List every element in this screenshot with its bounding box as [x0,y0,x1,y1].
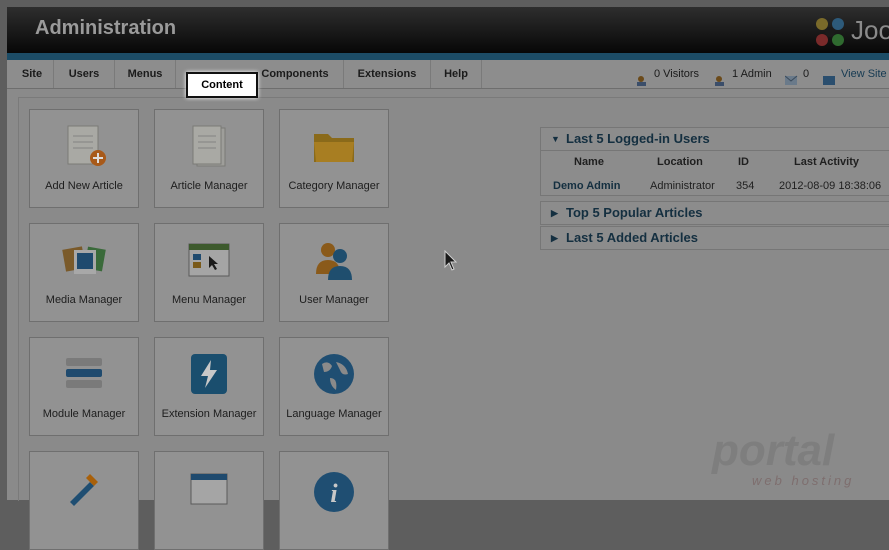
media-icon [62,246,106,274]
visitors-status: 0 Visitors [636,60,699,88]
menu-users[interactable]: Users [54,60,115,88]
folder-icon [314,134,354,162]
watermark-main: portal [712,426,835,475]
header-stripe [7,53,889,60]
expanded-arrow-icon: ▼ [551,134,560,144]
added-articles-module[interactable]: ▶ Last 5 Added Articles [540,226,889,250]
extension-icon [191,354,227,394]
control-panel: Add New Article Article Manager Category… [7,89,889,550]
logo-text: Joo [851,15,889,45]
collapsed-arrow-icon: ▶ [551,208,558,218]
column-header: Last Activity [794,156,860,168]
header-title: Administration [35,17,177,39]
popular-articles-module[interactable]: ▶ Top 5 Popular Articles [540,201,889,225]
card-label: User Manager [299,294,369,306]
card-global-configuration[interactable] [29,451,139,550]
messages-status[interactable]: 0 [784,60,810,88]
view-site-icon [823,69,836,85]
mouse-cursor-icon [444,250,458,271]
users-icon [316,243,352,280]
info-icon: i [314,472,354,512]
card-media-manager[interactable]: Media Manager [29,223,139,322]
logged-in-users-header[interactable]: ▼ Last 5 Logged-in Users [541,128,889,150]
admins-status: 1 Admin [714,60,772,88]
logged-in-users-module: ▼ Last 5 Logged-in Users Name Location I… [540,127,889,196]
card-label: Menu Manager [172,294,246,306]
card-category-manager[interactable]: Category Manager [279,109,389,208]
user-name-link[interactable]: Demo Admin [553,180,620,192]
card-menu-manager[interactable]: Menu Manager [154,223,264,322]
menu-menus[interactable]: Menus [115,60,176,88]
messages-count: 0 [803,68,810,80]
added-articles-header[interactable]: ▶ Last 5 Added Articles [541,227,889,249]
view-site-label: View Site [841,68,887,80]
template-icon [190,473,228,505]
column-header: Name [574,156,604,168]
collapsed-arrow-icon: ▶ [551,233,558,243]
card-add-new-article[interactable]: Add New Article [29,109,139,208]
menu-extensions[interactable]: Extensions [344,60,431,88]
card-user-manager[interactable]: User Manager [279,223,389,322]
joomla-logo-icon [816,18,844,46]
article-icon [192,125,226,167]
watermark-sub: web hosting [752,473,855,488]
card-label: Language Manager [286,408,382,420]
admins-count: 1 Admin [732,68,772,80]
module-icon [66,358,102,388]
portal-watermark: portal web hosting [712,426,855,489]
card-extension-manager[interactable]: Extension Manager [154,337,264,436]
logged-in-users-table: Name Location ID Last Activity Demo Admi… [541,150,889,195]
card-template-manager[interactable] [154,451,264,550]
visitors-count: 0 Visitors [654,68,700,80]
globe-icon [314,354,354,394]
logged-in-users-title: Last 5 Logged-in Users [566,131,710,146]
view-site-link[interactable]: View Site [823,60,887,88]
menu-help[interactable]: Help [431,60,482,88]
admins-icon [714,69,727,86]
user-location: Administrator [650,180,715,192]
add-article-icon [67,125,106,166]
svg-text:i: i [330,479,338,508]
card-label: Category Manager [288,180,380,192]
user-id: 354 [736,180,755,192]
menu-site[interactable]: Site [11,60,54,88]
card-label: Extension Manager [161,408,257,420]
menu-icon [188,243,230,277]
messages-icon [784,69,798,85]
added-articles-title: Last 5 Added Articles [566,230,698,245]
card-article-manager[interactable]: Article Manager [154,109,264,208]
column-header: ID [738,156,749,168]
card-label: Article Manager [170,180,248,192]
popular-articles-header[interactable]: ▶ Top 5 Popular Articles [541,202,889,224]
card-module-manager[interactable]: Module Manager [29,337,139,436]
tools-icon [70,474,98,506]
visitors-icon [636,69,649,86]
column-header: Location [657,156,703,168]
card-label: Module Manager [42,408,126,420]
card-language-manager[interactable]: Language Manager [279,337,389,436]
menu-components[interactable]: Components [247,60,344,88]
admin-header: Administration Joo [7,7,889,53]
card-label: Add New Article [45,180,123,192]
user-last-activity: 2012-08-09 18:38:06 [779,180,882,192]
card-system-information[interactable]: i [279,451,389,550]
menu-content[interactable]: Content [186,72,258,98]
card-label: Media Manager [45,294,123,306]
popular-articles-title: Top 5 Popular Articles [566,205,703,220]
